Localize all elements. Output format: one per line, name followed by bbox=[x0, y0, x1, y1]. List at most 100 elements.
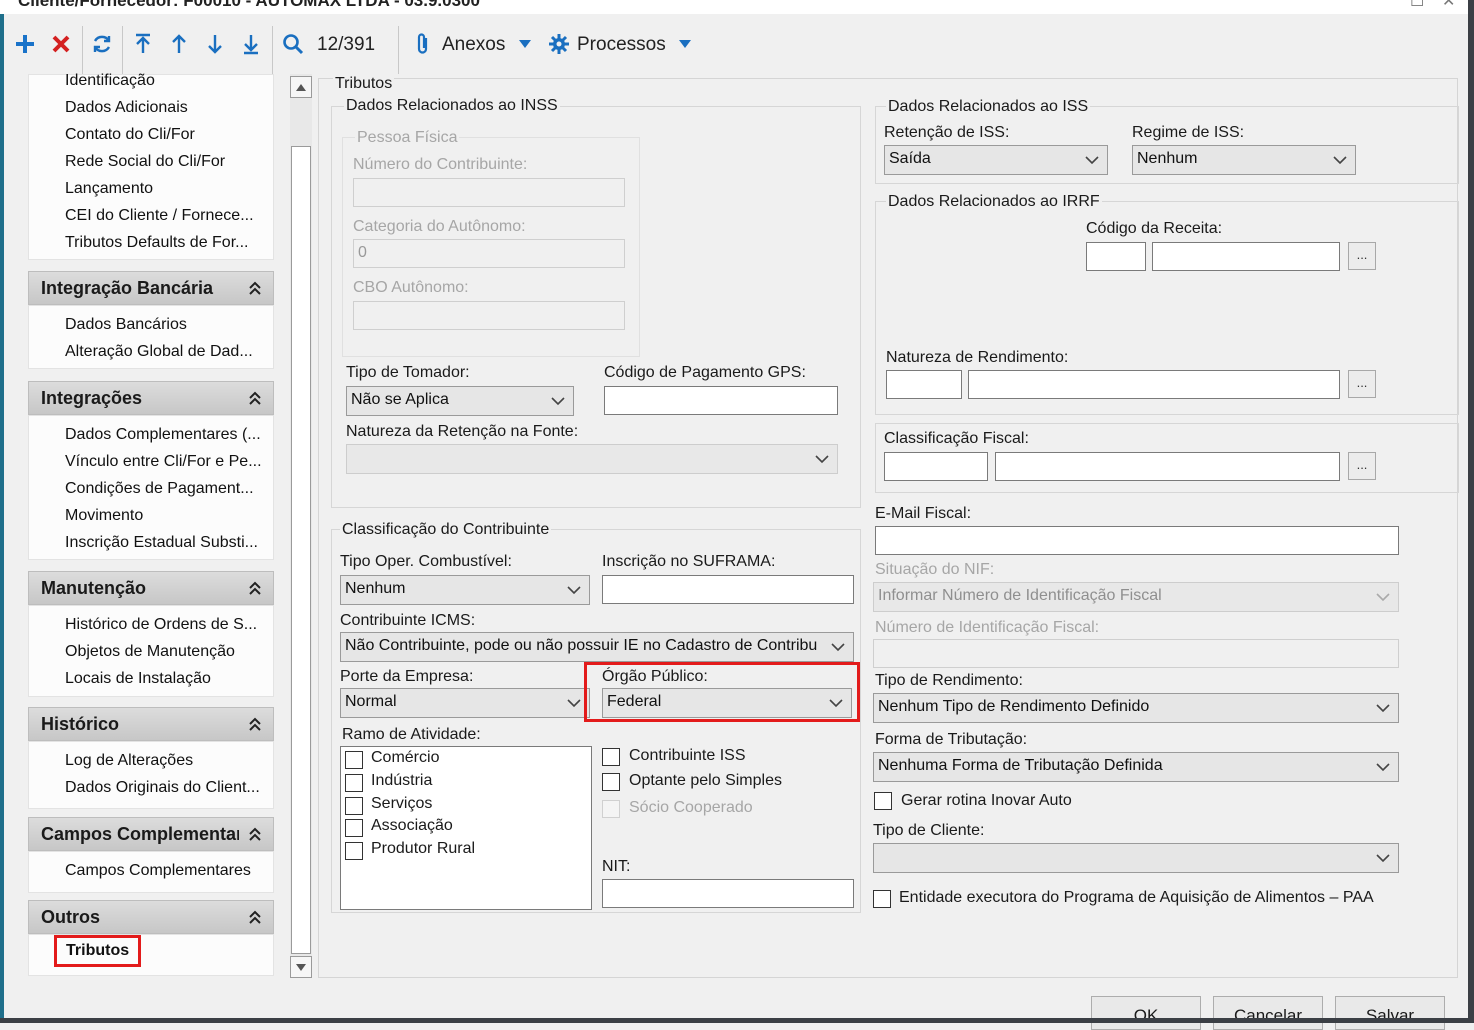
sidebar-item-log-alteracoes[interactable]: Log de Alterações bbox=[65, 752, 193, 770]
sidebar-item-lancamento[interactable]: Lançamento bbox=[65, 180, 153, 198]
sidebar-group-header-campos-complementares[interactable]: Campos Complementares bbox=[28, 817, 274, 851]
window-right-edge bbox=[1468, 0, 1474, 1023]
associacao-checkbox[interactable] bbox=[345, 819, 363, 837]
forma-tributacao-select[interactable]: Nenhuma Forma de Tributação Definida bbox=[873, 752, 1399, 782]
sidebar-item-dados-adicionais[interactable]: Dados Adicionais bbox=[65, 99, 188, 117]
scroll-thumb[interactable] bbox=[291, 146, 311, 954]
processos-menu[interactable]: Processos bbox=[577, 34, 666, 56]
sidebar-group-header-manutencao[interactable]: Manutenção bbox=[28, 571, 274, 605]
sidebar-item-movimento[interactable]: Movimento bbox=[65, 507, 143, 525]
tipo-tomador-select[interactable]: Não se Aplica bbox=[346, 386, 574, 416]
gear-icon[interactable] bbox=[548, 30, 570, 58]
paa-label: Entidade executora do Programa de Aquisi… bbox=[899, 889, 1374, 906]
cbo-autonomo-input[interactable] bbox=[353, 301, 625, 330]
paa-checkbox[interactable] bbox=[873, 890, 891, 908]
natureza-retencao-select[interactable] bbox=[346, 444, 838, 474]
suframa-input[interactable] bbox=[602, 575, 854, 604]
nit-input[interactable] bbox=[602, 879, 854, 908]
sidebar-item-alteracao-global[interactable]: Alteração Global de Dad... bbox=[65, 343, 253, 361]
next-record-icon[interactable] bbox=[202, 30, 228, 58]
classificacao-fiscal-code-input[interactable] bbox=[884, 452, 988, 481]
produtor-rural-checkbox[interactable] bbox=[345, 842, 363, 860]
sidebar-item-vinculo[interactable]: Vínculo entre Cli/For e Pe... bbox=[65, 453, 262, 471]
classificacao-fiscal-lookup-button[interactable]: ... bbox=[1348, 452, 1376, 480]
anexos-dropdown-icon[interactable] bbox=[516, 30, 534, 58]
sidebar-item-rede-social[interactable]: Rede Social do Cli/For bbox=[65, 153, 225, 171]
numero-contribuinte-input[interactable] bbox=[353, 178, 625, 207]
socio-cooperado-checkbox[interactable] bbox=[602, 800, 620, 818]
tipo-oper-select[interactable]: Nenhum bbox=[340, 575, 590, 605]
collapse-icon[interactable] bbox=[247, 825, 263, 843]
sidebar-item-dados-complementares[interactable]: Dados Complementares (... bbox=[65, 426, 261, 444]
email-fiscal-input[interactable] bbox=[875, 526, 1399, 555]
codigo-receita-lookup-button[interactable]: ... bbox=[1348, 242, 1376, 270]
sidebar-item-locais-instalacao[interactable]: Locais de Instalação bbox=[65, 670, 211, 688]
tipo-cliente-label: Tipo de Cliente: bbox=[873, 822, 985, 839]
natureza-rendimento-code-input[interactable] bbox=[886, 370, 962, 399]
tipo-rendimento-select[interactable]: Nenhum Tipo de Rendimento Definido bbox=[873, 693, 1399, 723]
numero-nif-input[interactable] bbox=[873, 639, 1399, 668]
comercio-checkbox[interactable] bbox=[345, 751, 363, 769]
sidebar-group-header-integracoes[interactable]: Integrações bbox=[28, 381, 274, 415]
paperclip-icon[interactable] bbox=[412, 30, 434, 58]
tipo-cliente-select[interactable] bbox=[873, 843, 1399, 873]
add-icon[interactable] bbox=[12, 30, 38, 58]
anexos-menu[interactable]: Anexos bbox=[442, 34, 505, 56]
sidebar-item-tributos[interactable]: Tributos bbox=[54, 935, 142, 967]
orgao-publico-select[interactable]: Federal bbox=[602, 688, 852, 718]
gerar-rotina-checkbox[interactable] bbox=[874, 792, 892, 810]
natureza-rendimento-lookup-button[interactable]: ... bbox=[1348, 370, 1376, 398]
sidebar-item-dados-bancarios[interactable]: Dados Bancários bbox=[65, 316, 187, 334]
ok-button[interactable]: OK bbox=[1091, 996, 1201, 1030]
collapse-icon[interactable] bbox=[247, 908, 263, 926]
codigo-receita-code-input[interactable] bbox=[1086, 242, 1146, 271]
delete-icon[interactable] bbox=[48, 30, 74, 58]
collapse-icon[interactable] bbox=[247, 279, 263, 297]
sidebar-item-identificacao[interactable]: Identificação bbox=[65, 72, 155, 90]
porte-select[interactable]: Normal bbox=[340, 688, 590, 718]
cancel-button[interactable]: Cancelar bbox=[1213, 996, 1323, 1030]
save-button[interactable]: Salvar bbox=[1335, 996, 1445, 1030]
retencao-iss-select[interactable]: Saída bbox=[884, 145, 1108, 175]
sidebar-item-historico-ordens[interactable]: Histórico de Ordens de S... bbox=[65, 616, 257, 634]
close-icon[interactable]: ✕ bbox=[1442, 0, 1455, 11]
natureza-rendimento-desc-input[interactable] bbox=[968, 370, 1340, 399]
collapse-icon[interactable] bbox=[247, 389, 263, 407]
form-scrollbar[interactable] bbox=[290, 74, 312, 978]
first-record-icon[interactable] bbox=[130, 30, 156, 58]
sidebar-item-campos-complementares[interactable]: Campos Complementares bbox=[65, 862, 251, 880]
irrf-group-title: Dados Relacionados ao IRRF bbox=[886, 193, 1102, 211]
sidebar-item-dados-originais[interactable]: Dados Originais do Client... bbox=[65, 779, 260, 797]
sidebar-item-cei[interactable]: CEI do Cliente / Fornece... bbox=[65, 207, 254, 225]
maximize-icon[interactable]: ☐ bbox=[1410, 0, 1424, 11]
collapse-icon[interactable] bbox=[247, 579, 263, 597]
codigo-gps-input[interactable] bbox=[604, 386, 838, 415]
servicos-checkbox[interactable] bbox=[345, 797, 363, 815]
codigo-receita-desc-input[interactable] bbox=[1152, 242, 1340, 271]
optante-simples-checkbox[interactable] bbox=[602, 773, 620, 791]
icms-select[interactable]: Não Contribuinte, pode ou não possuir IE… bbox=[340, 632, 854, 662]
classificacao-fiscal-desc-input[interactable] bbox=[995, 452, 1340, 481]
refresh-icon[interactable] bbox=[88, 30, 116, 58]
sidebar-group-header-outros[interactable]: Outros bbox=[28, 900, 274, 934]
industria-checkbox[interactable] bbox=[345, 774, 363, 792]
scroll-up-button[interactable] bbox=[290, 76, 312, 98]
sidebar-item-objetos-manutencao[interactable]: Objetos de Manutenção bbox=[65, 643, 235, 661]
collapse-icon[interactable] bbox=[247, 715, 263, 733]
regime-iss-select[interactable]: Nenhum bbox=[1132, 145, 1356, 175]
sidebar-item-inscricao-estadual[interactable]: Inscrição Estadual Substi... bbox=[65, 534, 258, 552]
processos-dropdown-icon[interactable] bbox=[676, 30, 694, 58]
contribuinte-iss-checkbox[interactable] bbox=[602, 748, 620, 766]
categoria-autonomo-input[interactable]: 0 bbox=[353, 239, 625, 268]
last-record-icon[interactable] bbox=[238, 30, 264, 58]
sidebar-item-tributos-defaults[interactable]: Tributos Defaults de For... bbox=[65, 234, 248, 252]
situacao-nif-select[interactable]: Informar Número de Identificação Fiscal bbox=[873, 582, 1399, 612]
sidebar-item-contato[interactable]: Contato do Cli/For bbox=[65, 126, 195, 144]
scroll-down-button[interactable] bbox=[290, 956, 312, 978]
sidebar-item-condicoes-pagamento[interactable]: Condições de Pagament... bbox=[65, 480, 254, 498]
search-icon[interactable] bbox=[280, 30, 306, 58]
previous-record-icon[interactable] bbox=[166, 30, 192, 58]
porte-value: Normal bbox=[345, 693, 397, 710]
sidebar-group-header-integracao-bancaria[interactable]: Integração Bancária bbox=[28, 271, 274, 305]
sidebar-group-header-historico[interactable]: Histórico bbox=[28, 707, 274, 741]
